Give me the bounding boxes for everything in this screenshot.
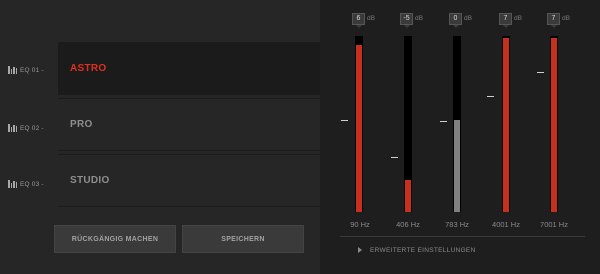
db-unit: dB [367, 15, 375, 22]
freq-label: 406 Hz [396, 220, 420, 229]
eq-band-4001hz: 7 dB 4001 Hz [481, 0, 531, 232]
db-badge: -5 dB [400, 12, 423, 28]
preset-row-eq01[interactable]: EQ 01 - ASTRO [0, 42, 320, 98]
db-unit: dB [415, 15, 423, 22]
advanced-settings-toggle[interactable]: ERWEITERTE EINSTELLUNGEN [358, 245, 476, 255]
db-unit: dB [514, 15, 522, 22]
preset-row-eq03[interactable]: EQ 03 - STUDIO [0, 154, 320, 210]
db-value: -5 [400, 12, 413, 28]
slider-tick-mark [341, 120, 348, 121]
preset-tag-eq03: EQ 03 - [8, 156, 60, 212]
freq-label: 7001 Hz [540, 220, 568, 229]
eq-slider-783hz[interactable] [453, 36, 461, 212]
equalizer-icon [8, 124, 17, 132]
equalizer-icon [8, 180, 17, 188]
freq-label: 783 Hz [445, 220, 469, 229]
preset-row-eq02[interactable]: EQ 02 - PRO [0, 98, 320, 154]
save-button[interactable]: SPEICHERN [182, 225, 304, 253]
slider-tick-mark [487, 96, 494, 97]
db-unit: dB [464, 15, 472, 22]
db-unit: dB [562, 15, 570, 22]
preset-tag-label: EQ 03 - [20, 180, 44, 188]
preset-tag-label: EQ 01 - [20, 66, 44, 74]
eq-band-406hz: -5 dB 406 Hz [383, 0, 433, 232]
slider-tick-mark [391, 157, 398, 158]
advanced-settings-label: ERWEITERTE EINSTELLUNGEN [370, 246, 476, 254]
eq-band-7001hz: 7 dB 7001 Hz [529, 0, 579, 232]
preset-name-pro[interactable]: PRO [58, 98, 320, 151]
db-badge: 0 dB [449, 12, 472, 28]
eq-slider-90hz[interactable] [355, 36, 363, 212]
slider-fill [405, 180, 411, 212]
eq-slider-4001hz[interactable] [502, 36, 510, 212]
freq-label: 4001 Hz [492, 220, 520, 229]
db-value: 7 [547, 12, 560, 28]
db-badge: 6 dB [352, 12, 375, 28]
slider-tick-mark [537, 72, 544, 73]
slider-fill [503, 37, 509, 212]
slider-fill [454, 120, 460, 212]
preset-name-studio[interactable]: STUDIO [58, 154, 320, 207]
equalizer-panel: 6 dB 90 Hz -5 dB 406 Hz 0 dB 783 Hz 7 dB… [320, 0, 600, 274]
preset-tag-eq01: EQ 01 - [8, 42, 60, 98]
preset-name-astro[interactable]: ASTRO [58, 42, 320, 95]
db-value: 7 [499, 12, 512, 28]
db-value: 6 [352, 12, 365, 28]
equalizer-icon [8, 66, 17, 74]
divider [340, 236, 585, 237]
freq-label: 90 Hz [350, 220, 370, 229]
db-badge: 7 dB [499, 12, 522, 28]
preset-panel: EQ 01 - ASTRO EQ 02 - PRO EQ 03 - STUDIO… [0, 0, 320, 274]
db-value: 0 [449, 12, 462, 28]
slider-fill [551, 37, 557, 212]
db-badge: 7 dB [547, 12, 570, 28]
eq-band-90hz: 6 dB 90 Hz [335, 0, 385, 232]
slider-tick-mark [440, 121, 447, 122]
eq-slider-7001hz[interactable] [550, 36, 558, 212]
preset-tag-label: EQ 02 - [20, 124, 44, 132]
slider-fill [356, 44, 362, 212]
undo-button[interactable]: RÜCKGÄNGIG MACHEN [54, 225, 176, 253]
expand-arrow-icon [358, 247, 362, 253]
eq-slider-406hz[interactable] [404, 36, 412, 212]
eq-band-783hz: 0 dB 783 Hz [432, 0, 482, 232]
preset-tag-eq02: EQ 02 - [8, 100, 60, 156]
